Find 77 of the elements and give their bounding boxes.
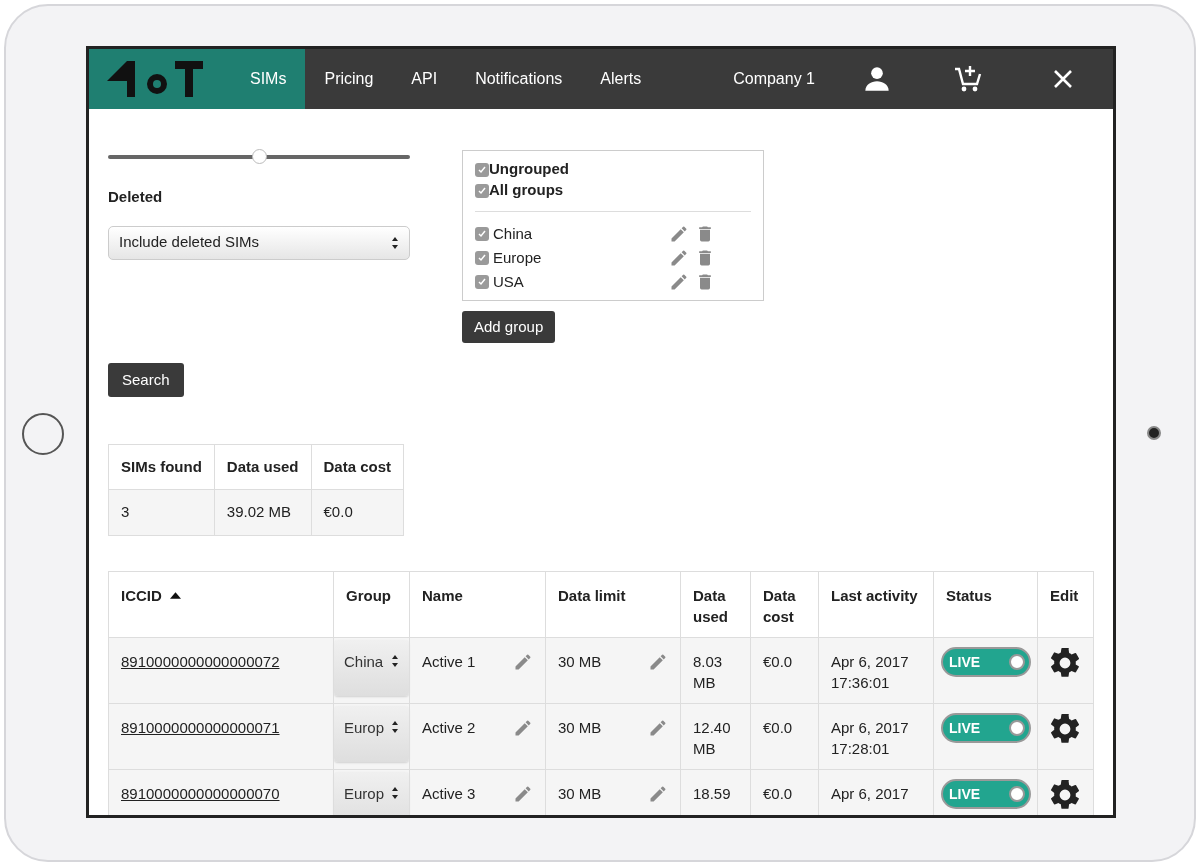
edit-icon[interactable]: [648, 783, 668, 804]
caret-icon: [391, 654, 399, 668]
nav-tab[interactable]: API: [392, 49, 457, 109]
deleted-select[interactable]: Include deleted SIMs: [108, 225, 410, 260]
edit-icon[interactable]: [669, 272, 689, 292]
field-label: Deleted: [108, 187, 164, 207]
checkbox-label: All groups: [489, 180, 564, 201]
checkbox-label: Europe: [493, 247, 543, 268]
table-cell-text: Active 3: [422, 784, 476, 804]
logo-icon: [89, 49, 231, 109]
checkmark-icon: [477, 164, 487, 175]
table-cell: €0.0: [311, 489, 404, 536]
column-header: Data cost: [311, 444, 404, 490]
close-icon[interactable]: [1053, 69, 1073, 89]
nav-tab[interactable]: Notifications: [456, 49, 582, 109]
column-header[interactable]: Group: [346, 585, 391, 606]
column-header[interactable]: ICCID: [121, 585, 162, 606]
table-cell: 18.59: [693, 785, 731, 802]
checkmark-icon: [477, 253, 487, 263]
checkbox-label: China: [493, 223, 534, 244]
sort-ascending-icon[interactable]: [169, 592, 181, 599]
edit-icon[interactable]: [513, 783, 533, 804]
add-group-button[interactable]: Add group: [462, 311, 556, 343]
column-header[interactable]: Data limit: [558, 585, 626, 606]
edit-icon[interactable]: [513, 717, 533, 738]
table-cell: Apr 6, 2017 17:28:01: [831, 719, 909, 757]
table-cell: 39.02 MB: [214, 489, 312, 536]
slider-thumb[interactable]: [252, 149, 267, 164]
nav-tab[interactable]: SIMs: [231, 49, 306, 109]
edit-icon[interactable]: [648, 717, 668, 738]
checkbox[interactable]: [475, 162, 489, 177]
caret-icon: [391, 786, 399, 800]
group-select[interactable]: Europ: [334, 706, 409, 762]
iccid-link[interactable]: 8910000000000000071: [121, 719, 280, 736]
column-header[interactable]: Edit: [1050, 585, 1079, 606]
checkbox[interactable]: [475, 183, 489, 198]
checkbox-label: Ungrouped: [489, 159, 569, 180]
caret-icon: [391, 720, 399, 734]
table-cell-text: 30 MB: [558, 784, 602, 804]
edit-icon[interactable]: [669, 248, 689, 268]
iccid-link[interactable]: 8910000000000000072: [121, 653, 280, 670]
cart-add-icon[interactable]: [953, 64, 983, 94]
column-header: Data used: [214, 444, 312, 490]
checkbox[interactable]: [475, 251, 489, 265]
checkmark-icon: [477, 229, 487, 239]
company-menu[interactable]: Company 1: [733, 67, 815, 91]
table-cell: Apr 6, 2017 17:36:01: [831, 653, 909, 691]
checkmark-icon: [477, 185, 487, 196]
table-cell: €0.0: [763, 719, 793, 736]
table-cell: €0.0: [763, 653, 793, 670]
edit-icon[interactable]: [513, 651, 533, 672]
column-header[interactable]: Status: [946, 585, 992, 606]
table-cell: 8.03 MB: [693, 653, 723, 691]
user-icon[interactable]: [863, 65, 891, 93]
slider[interactable]: [108, 149, 410, 164]
table-cell: €0.0: [763, 785, 793, 802]
table-cell: 3: [108, 489, 215, 536]
table-cell: Apr 6, 2017: [831, 785, 909, 802]
search-button[interactable]: Search: [108, 363, 184, 397]
table-cell-text: Active 1: [422, 652, 476, 672]
column-header[interactable]: Name: [422, 585, 463, 606]
edit-icon[interactable]: [648, 651, 668, 672]
group-select[interactable]: China: [334, 640, 409, 696]
nav-tab[interactable]: Alerts: [581, 49, 661, 109]
column-header: SIMs found: [108, 444, 215, 490]
table-cell-text: 30 MB: [558, 652, 602, 672]
edit-icon[interactable]: [669, 224, 689, 244]
caret-icon: [391, 235, 399, 250]
table-cell-text: 30 MB: [558, 718, 602, 738]
table-cell-text: Active 2: [422, 718, 476, 738]
checkbox[interactable]: [475, 275, 489, 289]
checkbox[interactable]: [475, 227, 489, 241]
checkbox-label: USA: [493, 271, 525, 292]
checkmark-icon: [477, 277, 487, 287]
group-select[interactable]: Europ: [334, 772, 409, 815]
nav-tab[interactable]: Pricing: [305, 49, 393, 109]
table-cell: 12.40 MB: [693, 719, 731, 757]
